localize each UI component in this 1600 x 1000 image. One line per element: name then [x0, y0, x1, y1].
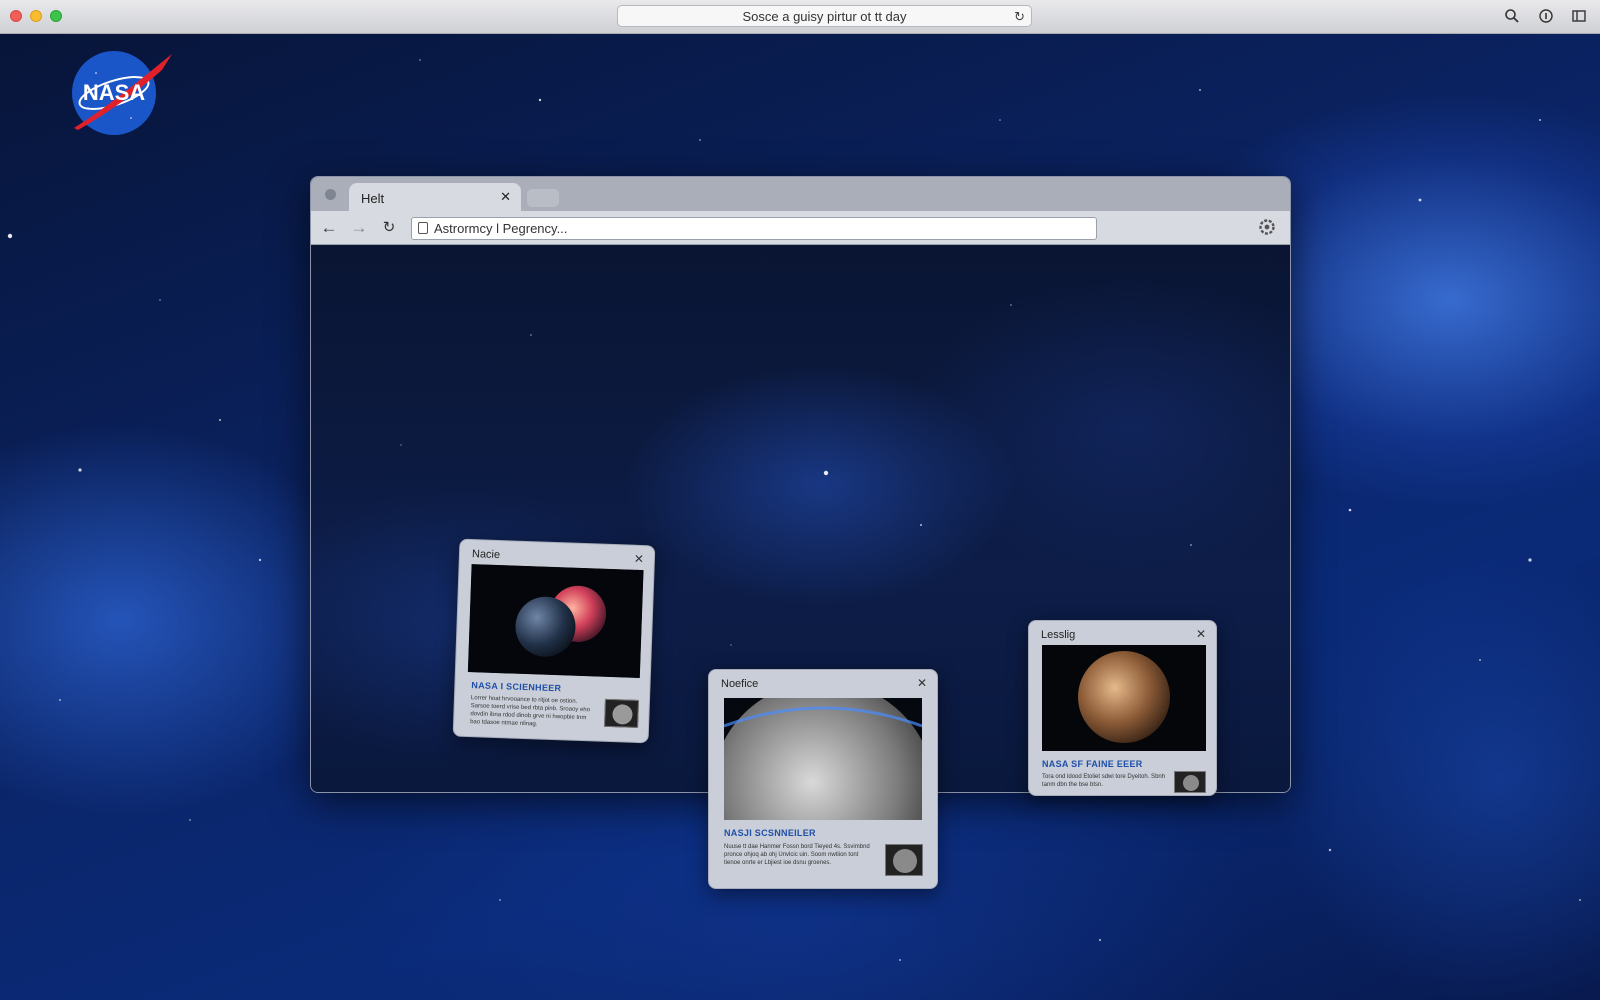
url-text: Astrormcy l Pegrency...: [434, 221, 568, 236]
nasa-logo: NASA: [66, 48, 174, 138]
card-image[interactable]: [724, 698, 922, 820]
card-header: Lesslig: [1041, 629, 1076, 641]
card-image[interactable]: [1042, 645, 1206, 751]
window-control[interactable]: [325, 189, 336, 200]
os-address-bar[interactable]: Sosce a guisy pirtur ot tt day ↻: [617, 5, 1032, 27]
minimize-window-button[interactable]: [30, 10, 42, 22]
card-text: Lorrer hoat hrvooance to ritjot oe ostio…: [470, 695, 591, 728]
os-menu-bar: Sosce a guisy pirtur ot tt day ↻: [0, 0, 1600, 34]
tab-active[interactable]: Helt ✕: [349, 183, 521, 211]
card-title[interactable]: NASA I SCIENHEER: [471, 680, 561, 693]
card-thumbnail[interactable]: [885, 844, 923, 876]
lock-icon: [418, 222, 428, 234]
forward-arrow-icon[interactable]: →: [349, 218, 369, 238]
sidebar-icon[interactable]: [1570, 8, 1588, 26]
close-icon[interactable]: ✕: [917, 676, 927, 690]
tab-title: Helt: [361, 191, 385, 206]
settings-gear-icon[interactable]: [1258, 218, 1276, 236]
search-icon[interactable]: [1503, 8, 1521, 26]
os-address-text: Sosce a guisy pirtur ot tt day: [742, 8, 907, 24]
nasa-logo-text: NASA: [83, 80, 145, 105]
card-header: Noefice: [721, 678, 759, 690]
back-arrow-icon[interactable]: ←: [319, 218, 339, 238]
tab-strip: Helt ✕: [311, 177, 1290, 211]
news-card[interactable]: Lesslig ✕ NASA SF FAINE EEER Tora ond ld…: [1028, 620, 1217, 796]
navigation-bar: ← → ↻ Astrormcy l Pegrency...: [311, 211, 1290, 245]
url-input[interactable]: Astrormcy l Pegrency...: [411, 217, 1097, 240]
card-thumbnail[interactable]: [604, 698, 639, 728]
close-icon[interactable]: ✕: [500, 189, 511, 205]
close-icon[interactable]: ✕: [634, 552, 645, 566]
close-window-button[interactable]: [10, 10, 22, 22]
news-card[interactable]: Nacie ✕ NASA I SCIENHEER Lorrer hoat hrv…: [452, 538, 656, 744]
info-icon[interactable]: [1537, 8, 1555, 26]
card-title[interactable]: NASA SF FAINE EEER: [1042, 759, 1143, 769]
card-text: Nuuse tt dae Hanmer Fossn bord Tieyed 4s…: [724, 844, 870, 866]
card-text: Tora ond ldood Etoliet sdwi tore Dyeitoh…: [1042, 774, 1166, 788]
reload-icon[interactable]: ↻: [379, 218, 399, 236]
card-image[interactable]: [467, 564, 644, 679]
card-title[interactable]: NASJI SCSNNEILER: [724, 828, 816, 838]
card-header: Nacie: [471, 548, 501, 562]
zoom-window-button[interactable]: [50, 10, 62, 22]
new-tab-button[interactable]: [527, 189, 559, 207]
reload-icon[interactable]: ↻: [1014, 9, 1025, 25]
news-card[interactable]: Noefice ✕ NASJI SCSNNEILER Nuuse tt dae …: [708, 669, 938, 889]
close-icon[interactable]: ✕: [1196, 627, 1206, 641]
card-thumbnail[interactable]: [1174, 771, 1206, 793]
